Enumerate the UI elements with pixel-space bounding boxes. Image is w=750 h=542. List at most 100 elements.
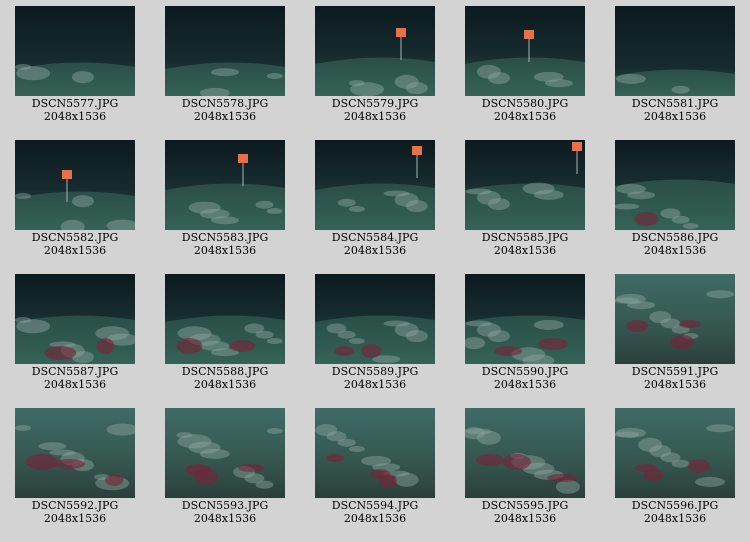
thumbnail-filename[interactable]: DSCN5581.JPG: [600, 97, 750, 110]
thumbnail-image[interactable]: [465, 140, 585, 230]
thumbnail-dimensions: 2048x1536: [643, 378, 707, 391]
thumbnail-image[interactable]: [165, 140, 285, 230]
marker-buoy-icon: [572, 142, 582, 151]
thumbnail-dimensions: 2048x1536: [643, 512, 707, 525]
thumbnail-image[interactable]: [465, 274, 585, 364]
thumbnail-filename[interactable]: DSCN5586.JPG: [600, 231, 750, 244]
thumbnail-image[interactable]: [615, 140, 735, 230]
thumbnail-cell[interactable]: DSCN5584.JPG 2048x1536: [300, 134, 450, 264]
thumbnail-cell[interactable]: DSCN5580.JPG 2048x1536: [450, 0, 600, 130]
thumbnail-filename[interactable]: DSCN5594.JPG: [300, 499, 450, 512]
thumbnail-dimensions: 2048x1536: [493, 378, 557, 391]
thumbnail-filename[interactable]: DSCN5577.JPG: [0, 97, 150, 110]
thumbnail-image[interactable]: [165, 408, 285, 498]
thumbnail-dimensions: 2048x1536: [343, 110, 407, 123]
marker-buoy-icon: [524, 30, 534, 39]
thumbnail-dimensions: 2048x1536: [193, 512, 257, 525]
thumbnail-image[interactable]: [15, 6, 135, 96]
thumbnail-dimensions: 2048x1536: [43, 110, 107, 123]
marker-buoy-icon: [396, 28, 406, 37]
marker-buoy-icon: [412, 146, 422, 155]
seafloor-photo-icon: [615, 6, 735, 96]
thumbnail-filename[interactable]: DSCN5593.JPG: [150, 499, 300, 512]
seafloor-photo-icon: [15, 6, 135, 96]
thumbnail-cell[interactable]: DSCN5590.JPG 2048x1536: [450, 268, 600, 398]
thumbnail-dimensions: 2048x1536: [343, 378, 407, 391]
seafloor-photo-icon: [315, 408, 435, 498]
seafloor-photo-icon: [15, 140, 135, 230]
thumbnail-filename[interactable]: DSCN5591.JPG: [600, 365, 750, 378]
thumbnail-image[interactable]: [615, 408, 735, 498]
seafloor-photo-icon: [465, 274, 585, 364]
thumbnail-filename[interactable]: DSCN5579.JPG: [300, 97, 450, 110]
seafloor-photo-icon: [165, 274, 285, 364]
thumbnail-filename[interactable]: DSCN5585.JPG: [450, 231, 600, 244]
thumbnail-image[interactable]: [465, 6, 585, 96]
seafloor-photo-icon: [165, 408, 285, 498]
seafloor-photo-icon: [465, 6, 585, 96]
thumbnail-filename[interactable]: DSCN5589.JPG: [300, 365, 450, 378]
thumbnail-cell[interactable]: DSCN5582.JPG 2048x1536: [0, 134, 150, 264]
seafloor-photo-icon: [315, 6, 435, 96]
thumbnail-dimensions: 2048x1536: [343, 244, 407, 257]
thumbnail-cell[interactable]: DSCN5591.JPG 2048x1536: [600, 268, 750, 398]
thumbnail-dimensions: 2048x1536: [193, 244, 257, 257]
seafloor-photo-icon: [465, 408, 585, 498]
thumbnail-filename[interactable]: DSCN5588.JPG: [150, 365, 300, 378]
thumbnail-cell[interactable]: DSCN5587.JPG 2048x1536: [0, 268, 150, 398]
thumbnail-image[interactable]: [615, 6, 735, 96]
thumbnail-cell[interactable]: DSCN5596.JPG 2048x1536: [600, 402, 750, 532]
seafloor-photo-icon: [15, 274, 135, 364]
thumbnail-cell[interactable]: DSCN5583.JPG 2048x1536: [150, 134, 300, 264]
marker-buoy-icon: [238, 154, 248, 163]
thumbnail-image[interactable]: [315, 140, 435, 230]
thumbnail-cell[interactable]: DSCN5585.JPG 2048x1536: [450, 134, 600, 264]
thumbnail-cell[interactable]: DSCN5578.JPG 2048x1536: [150, 0, 300, 130]
thumbnail-filename[interactable]: DSCN5580.JPG: [450, 97, 600, 110]
thumbnail-filename[interactable]: DSCN5583.JPG: [150, 231, 300, 244]
thumbnail-image[interactable]: [165, 6, 285, 96]
seafloor-photo-icon: [615, 274, 735, 364]
thumbnail-image[interactable]: [465, 408, 585, 498]
thumbnail-cell[interactable]: DSCN5593.JPG 2048x1536: [150, 402, 300, 532]
thumbnail-cell[interactable]: DSCN5592.JPG 2048x1536: [0, 402, 150, 532]
thumbnail-filename[interactable]: DSCN5590.JPG: [450, 365, 600, 378]
thumbnail-dimensions: 2048x1536: [643, 110, 707, 123]
seafloor-photo-icon: [165, 6, 285, 96]
thumbnail-cell[interactable]: DSCN5594.JPG 2048x1536: [300, 402, 450, 532]
thumbnail-dimensions: 2048x1536: [493, 244, 557, 257]
thumbnail-dimensions: 2048x1536: [493, 512, 557, 525]
thumbnail-cell[interactable]: DSCN5586.JPG 2048x1536: [600, 134, 750, 264]
thumbnail-filename[interactable]: DSCN5596.JPG: [600, 499, 750, 512]
thumbnail-filename[interactable]: DSCN5587.JPG: [0, 365, 150, 378]
thumbnail-cell[interactable]: DSCN5589.JPG 2048x1536: [300, 268, 450, 398]
seafloor-photo-icon: [15, 408, 135, 498]
seafloor-photo-icon: [315, 140, 435, 230]
thumbnail-cell[interactable]: DSCN5595.JPG 2048x1536: [450, 402, 600, 532]
thumbnail-dimensions: 2048x1536: [493, 110, 557, 123]
thumbnail-image[interactable]: [15, 274, 135, 364]
thumbnail-image[interactable]: [615, 274, 735, 364]
thumbnail-image[interactable]: [315, 274, 435, 364]
marker-buoy-icon: [62, 170, 72, 179]
seafloor-photo-icon: [465, 140, 585, 230]
thumbnail-filename[interactable]: DSCN5582.JPG: [0, 231, 150, 244]
thumbnail-image[interactable]: [165, 274, 285, 364]
thumbnail-cell[interactable]: DSCN5579.JPG 2048x1536: [300, 0, 450, 130]
thumbnail-gallery: DSCN5577.JPG 2048x1536 DSCN5578.JPG 2048…: [0, 0, 750, 542]
thumbnail-filename[interactable]: DSCN5592.JPG: [0, 499, 150, 512]
thumbnail-image[interactable]: [315, 408, 435, 498]
thumbnail-filename[interactable]: DSCN5595.JPG: [450, 499, 600, 512]
thumbnail-image[interactable]: [15, 408, 135, 498]
thumbnail-image[interactable]: [15, 140, 135, 230]
thumbnail-filename[interactable]: DSCN5584.JPG: [300, 231, 450, 244]
seafloor-photo-icon: [165, 140, 285, 230]
seafloor-photo-icon: [615, 140, 735, 230]
thumbnail-cell[interactable]: DSCN5581.JPG 2048x1536: [600, 0, 750, 130]
thumbnail-cell[interactable]: DSCN5588.JPG 2048x1536: [150, 268, 300, 398]
thumbnail-image[interactable]: [315, 6, 435, 96]
thumbnail-dimensions: 2048x1536: [643, 244, 707, 257]
thumbnail-dimensions: 2048x1536: [43, 378, 107, 391]
thumbnail-cell[interactable]: DSCN5577.JPG 2048x1536: [0, 0, 150, 130]
thumbnail-filename[interactable]: DSCN5578.JPG: [150, 97, 300, 110]
